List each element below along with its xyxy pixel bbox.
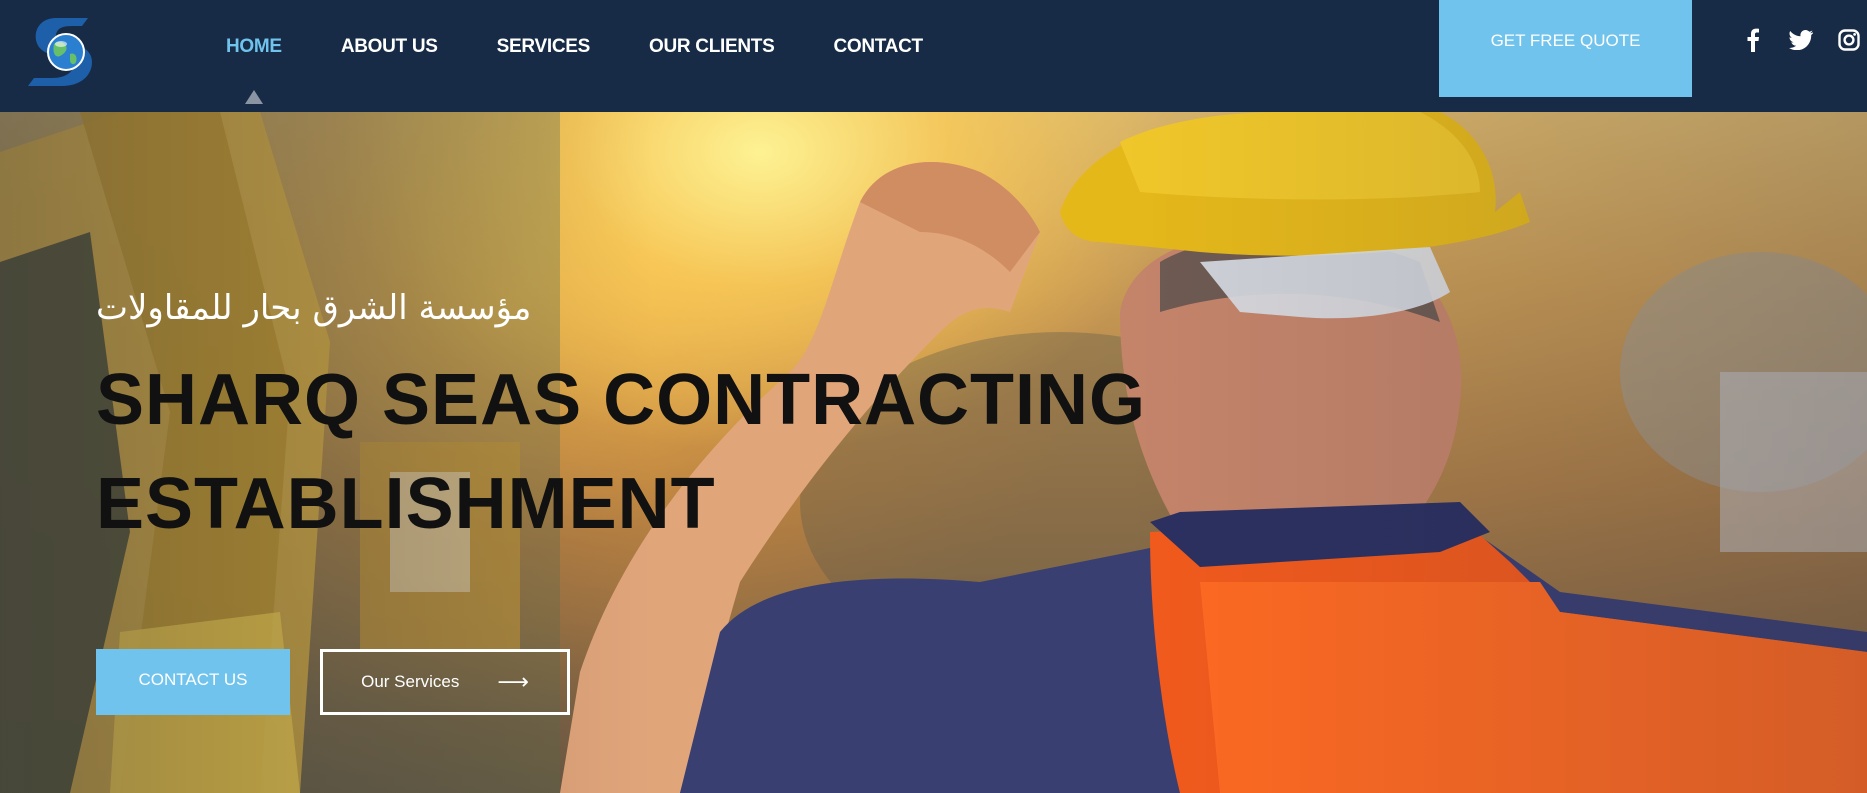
site-header: HOME ABOUT US SERVICES OUR CLIENTS CONTA… [0, 0, 1867, 112]
hero-title-line-2: ESTABLISHMENT [96, 464, 716, 544]
globe-s-logo-icon[interactable] [28, 14, 102, 90]
hero-section: مؤسسة الشرق بحار للمقاولات SHARQ SEAS CO… [0, 112, 1867, 793]
nav-our-clients[interactable]: OUR CLIENTS [649, 36, 775, 58]
hero-title-line-1: SHARQ SEAS CONTRACTING [96, 360, 1147, 440]
arrow-right-icon: ⟶ [497, 669, 529, 694]
nav-about-us[interactable]: ABOUT US [341, 36, 438, 58]
our-services-label: Our Services [361, 672, 460, 691]
main-nav: HOME ABOUT US SERVICES OUR CLIENTS CONTA… [226, 36, 982, 58]
nav-home[interactable]: HOME [226, 36, 282, 58]
nav-contact[interactable]: CONTACT [833, 36, 923, 58]
hero-title: SHARQ SEAS CONTRACTING ESTABLISHMENT [96, 348, 1246, 556]
contact-us-button[interactable]: CONTACT US [96, 649, 290, 715]
instagram-icon[interactable] [1837, 27, 1861, 53]
hero-arabic-title: مؤسسة الشرق بحار للمقاولات [96, 288, 532, 328]
facebook-icon[interactable] [1744, 27, 1762, 53]
twitter-icon[interactable] [1788, 27, 1814, 53]
our-services-button[interactable]: Our Services ⟶ [320, 649, 570, 715]
active-nav-indicator [245, 90, 263, 104]
nav-services[interactable]: SERVICES [497, 36, 591, 58]
get-free-quote-button[interactable]: GET FREE QUOTE [1439, 0, 1692, 97]
